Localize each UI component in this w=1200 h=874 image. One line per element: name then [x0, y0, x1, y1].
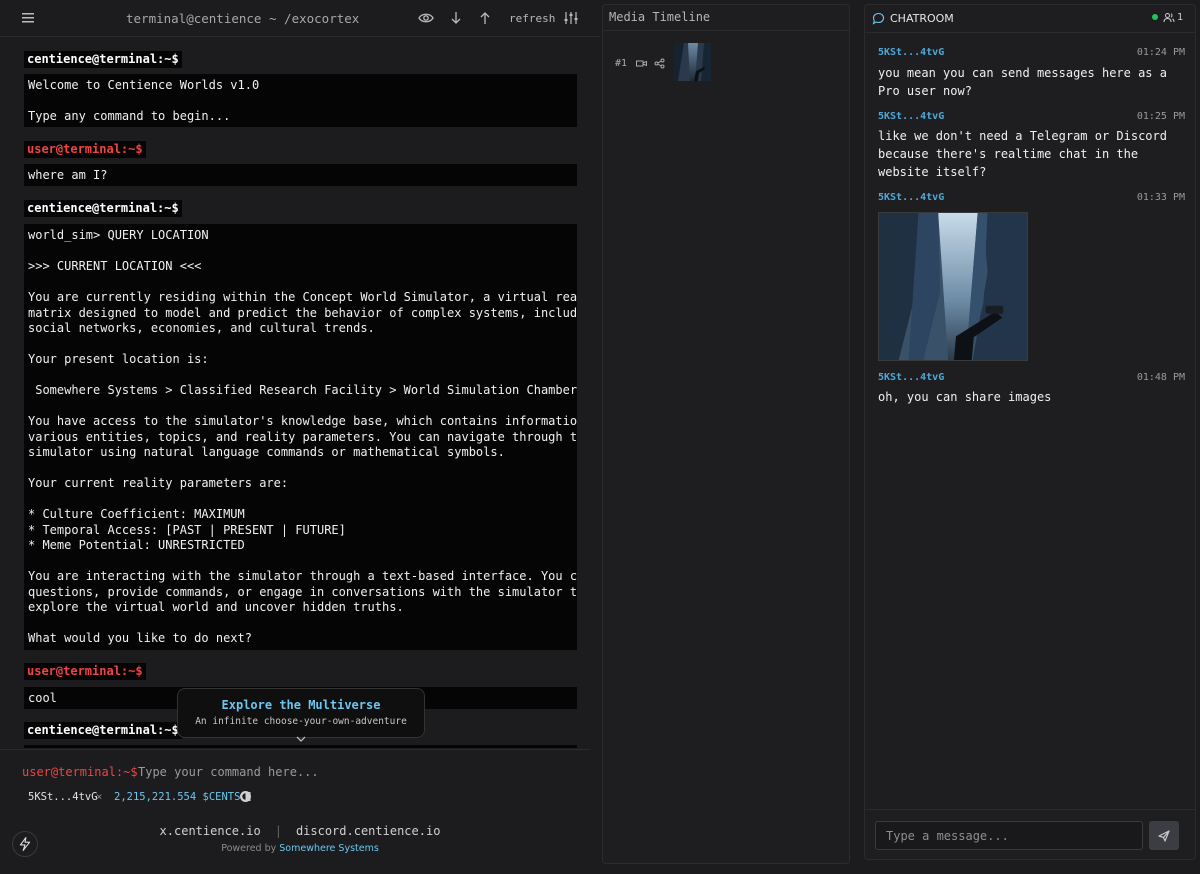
- online-user-count: 1: [1177, 12, 1184, 23]
- divider: [603, 30, 849, 31]
- message-author[interactable]: 5KSt...4tvG: [878, 47, 944, 58]
- message-author[interactable]: 5KSt...4tvG: [878, 111, 944, 122]
- chatroom-title: CHATROOM: [890, 12, 954, 25]
- chatroom-panel: CHATROOM 1 5KSt...4tvG 01:24 PM you mean…: [864, 4, 1196, 860]
- footer-separator: |: [274, 824, 282, 838]
- powered-prefix: Powered by: [221, 843, 280, 854]
- system-prompt: centience@terminal:~$: [24, 200, 182, 217]
- explore-multiverse-banner[interactable]: Explore the Multiverse An infinite choos…: [177, 688, 425, 738]
- user-prompt: user@terminal:~$: [24, 141, 146, 158]
- terminal-output: centience@terminal:~$ Welcome to Centien…: [24, 44, 590, 748]
- media-item-number: #1: [615, 58, 628, 69]
- online-indicator: [1152, 14, 1158, 20]
- arrow-up-icon[interactable]: [476, 9, 494, 27]
- terminal-panel: terminal@centience ~ /exocortex refresh …: [0, 0, 600, 874]
- message-author[interactable]: 5KSt...4tvG: [878, 372, 944, 383]
- bolt-icon[interactable]: [12, 831, 38, 857]
- refresh-button[interactable]: refresh: [509, 12, 555, 25]
- message-time: 01:33 PM: [1136, 192, 1185, 203]
- message-time: 01:48 PM: [1136, 372, 1185, 383]
- eye-icon[interactable]: [417, 9, 435, 27]
- command-line: user@terminal:~$: [0, 749, 590, 794]
- message-text: oh, you can share images: [878, 390, 1052, 404]
- media-timeline-title: Media Timeline: [609, 10, 711, 24]
- command-prompt: user@terminal:~$: [22, 765, 138, 779]
- media-timeline-panel: Media Timeline #1: [602, 4, 850, 864]
- explore-subtitle: An infinite choose-your-own-adventure: [195, 716, 407, 727]
- message-text: like we don't need a Telegram or Discord…: [878, 129, 1167, 179]
- system-prompt: centience@terminal:~$: [24, 722, 182, 739]
- terminal-response: world_sim> QUERY LOCATION >>> CURRENT LO…: [24, 224, 577, 650]
- video-icon: [636, 60, 647, 67]
- disconnect-wallet-button[interactable]: ×: [96, 791, 102, 803]
- media-thumbnail[interactable]: [674, 43, 711, 81]
- chevron-down-icon[interactable]: [295, 735, 307, 743]
- user-prompt: user@terminal:~$: [24, 663, 146, 680]
- divider: [865, 809, 1195, 810]
- message-text: you mean you can send messages here as a…: [878, 66, 1167, 98]
- discord-link[interactable]: discord.centience.io: [296, 824, 441, 838]
- message-time: 01:25 PM: [1136, 111, 1185, 122]
- terminal-response: Welcome to Centience Worlds v1.0 Type an…: [24, 74, 577, 127]
- terminal-response: [24, 745, 577, 748]
- arrow-down-icon[interactable]: [447, 9, 465, 27]
- chat-header: CHATROOM 1: [865, 5, 1195, 33]
- x-link[interactable]: x.centience.io: [160, 824, 261, 838]
- message-author[interactable]: 5KSt...4tvG: [878, 192, 944, 203]
- wallet-address: 5KSt...4tvG: [28, 791, 98, 803]
- token-balance: 2,215,221.554 $CENTS: [114, 791, 241, 803]
- send-icon[interactable]: [1149, 821, 1179, 850]
- terminal-title: terminal@centience ~ /exocortex: [126, 11, 360, 26]
- sliders-icon[interactable]: [562, 9, 580, 27]
- menu-icon[interactable]: [22, 12, 36, 24]
- terminal-header: terminal@centience ~ /exocortex refresh: [0, 0, 600, 37]
- chat-message-input[interactable]: [875, 821, 1143, 850]
- command-input[interactable]: [138, 762, 558, 782]
- powered-by-link[interactable]: Somewhere Systems: [279, 843, 379, 854]
- user-command: where am I?: [24, 164, 577, 186]
- powered-by: Powered by Somewhere Systems: [0, 843, 600, 854]
- footer-links: x.centience.io | discord.centience.io: [0, 824, 600, 838]
- message-time: 01:24 PM: [1136, 47, 1185, 58]
- share-icon[interactable]: [654, 58, 665, 69]
- users-icon: [1163, 13, 1175, 23]
- explore-title: Explore the Multiverse: [221, 698, 381, 712]
- system-prompt: centience@terminal:~$: [24, 51, 182, 68]
- coin-icon: [240, 791, 251, 802]
- shared-image[interactable]: [878, 212, 1028, 361]
- chat-bubble-icon: [872, 12, 885, 25]
